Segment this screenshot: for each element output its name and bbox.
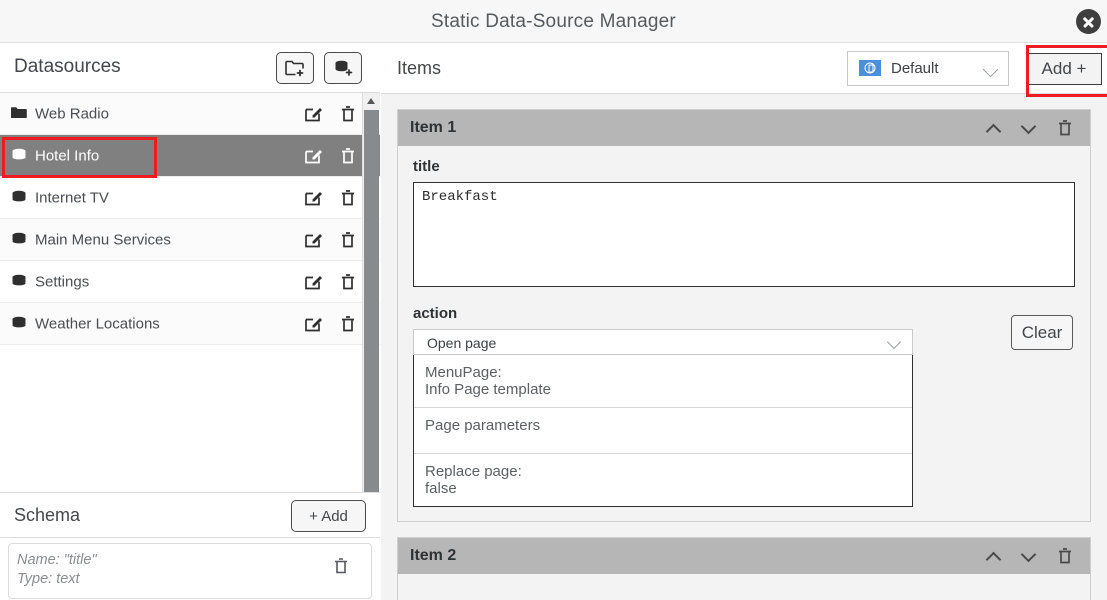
items-scroll-area[interactable]: Item 1 title action Ope bbox=[381, 94, 1107, 600]
close-icon[interactable] bbox=[1076, 9, 1101, 34]
item-card-2: Item 2 bbox=[397, 537, 1091, 600]
item-card-body: title action Open page MenuPage: Info Pa… bbox=[398, 146, 1090, 521]
add-folder-button[interactable] bbox=[276, 52, 314, 84]
items-panel: Items Default Add + Item 1 title Breakfa… bbox=[381, 43, 1107, 600]
chevron-down-icon bbox=[886, 334, 902, 350]
schema-title: Schema bbox=[14, 505, 81, 525]
edit-icon[interactable] bbox=[303, 146, 323, 166]
action-detail-label: Page parameters bbox=[425, 417, 541, 434]
action-detail-menupage[interactable]: MenuPage: Info Page template bbox=[414, 355, 912, 408]
scrollbar-thumb[interactable] bbox=[364, 110, 379, 537]
chevron-up-icon[interactable] bbox=[985, 546, 1005, 568]
list-item-label: Main Menu Services bbox=[35, 231, 171, 248]
action-detail-value: Info Page template bbox=[425, 381, 551, 398]
un-flag-icon bbox=[859, 60, 881, 76]
action-detail-page-parameters[interactable]: Page parameters bbox=[414, 408, 912, 454]
sidebar-item-hotel-info[interactable]: Hotel Info bbox=[0, 135, 380, 177]
item-title: Item 2 bbox=[410, 547, 457, 564]
title-field-label: title bbox=[413, 158, 440, 175]
folder-icon bbox=[10, 105, 28, 123]
add-datasource-button[interactable] bbox=[324, 52, 362, 84]
action-select-value: Open page bbox=[427, 335, 497, 351]
datasources-title: Datasources bbox=[14, 56, 121, 77]
edit-icon[interactable] bbox=[303, 104, 323, 124]
trash-icon[interactable] bbox=[338, 272, 358, 292]
trash-icon[interactable] bbox=[338, 314, 358, 334]
item-title: Item 1 bbox=[410, 119, 457, 136]
list-item[interactable]: Weather Locations bbox=[0, 303, 380, 345]
item-card-header: Item 2 bbox=[398, 538, 1090, 574]
action-detail-value: false bbox=[425, 480, 457, 497]
chevron-down-icon[interactable] bbox=[1020, 118, 1040, 138]
schema-header: Schema + Add bbox=[0, 492, 380, 538]
trash-icon[interactable] bbox=[338, 146, 358, 166]
schema-entry[interactable]: Name: "title" Type: text bbox=[8, 543, 372, 599]
list-item-label: Web Radio bbox=[35, 105, 109, 122]
list-item-label: Weather Locations bbox=[35, 315, 160, 332]
datasource-list[interactable]: Web Radio Hotel Info Internet TV Main Me… bbox=[0, 93, 380, 554]
item-card-1: Item 1 title action Ope bbox=[397, 109, 1091, 522]
page-title: Static Data-Source Manager bbox=[431, 11, 676, 32]
title-bar: Static Data-Source Manager bbox=[0, 0, 1107, 43]
database-icon bbox=[10, 189, 28, 207]
action-detail-label: MenuPage: bbox=[425, 364, 502, 381]
datasource-list-scrollbar[interactable] bbox=[362, 93, 380, 554]
chevron-up-icon[interactable] bbox=[985, 118, 1005, 140]
item-card-header: Item 1 bbox=[398, 110, 1090, 146]
chevron-down-icon bbox=[982, 61, 999, 78]
add-item-button[interactable]: Add + bbox=[1026, 53, 1102, 85]
edit-icon[interactable] bbox=[303, 188, 323, 208]
action-detail-replace-page[interactable]: Replace page: false bbox=[414, 454, 912, 506]
list-item[interactable]: Internet TV bbox=[0, 177, 380, 219]
title-input[interactable] bbox=[413, 182, 1075, 287]
database-icon bbox=[10, 147, 28, 165]
trash-icon[interactable] bbox=[338, 104, 358, 124]
database-icon bbox=[10, 231, 28, 249]
items-title: Items bbox=[397, 58, 442, 78]
action-field: action Open page MenuPage: Info Page tem… bbox=[413, 305, 1075, 507]
schema-add-button[interactable]: + Add bbox=[291, 500, 366, 532]
list-item-label: Hotel Info bbox=[35, 147, 100, 164]
trash-icon[interactable] bbox=[1055, 118, 1075, 138]
trash-icon[interactable] bbox=[338, 230, 358, 250]
database-icon bbox=[10, 315, 28, 333]
trash-icon[interactable] bbox=[331, 556, 351, 576]
trash-icon[interactable] bbox=[1055, 546, 1075, 566]
schema-entry-name: Name: "title" bbox=[17, 552, 97, 568]
item-card-body bbox=[398, 574, 1090, 600]
static-datasource-manager-window: Static Data-Source Manager Datasources W… bbox=[0, 0, 1107, 600]
edit-icon[interactable] bbox=[303, 272, 323, 292]
chevron-down-icon[interactable] bbox=[1020, 546, 1040, 566]
list-empty-space bbox=[0, 345, 380, 505]
trash-icon[interactable] bbox=[338, 188, 358, 208]
language-select-value: Default bbox=[891, 60, 939, 77]
action-details-list: MenuPage: Info Page template Page parame… bbox=[413, 355, 913, 507]
schema-list: Name: "title" Type: text bbox=[0, 538, 380, 600]
action-detail-label: Replace page: bbox=[425, 463, 522, 480]
scroll-up-icon[interactable] bbox=[363, 93, 380, 110]
datasources-header: Datasources bbox=[0, 43, 380, 93]
action-field-label: action bbox=[413, 305, 458, 322]
database-icon bbox=[10, 273, 28, 291]
action-select[interactable]: Open page bbox=[413, 329, 913, 355]
list-item[interactable]: Settings bbox=[0, 261, 380, 303]
schema-entry-type: Type: text bbox=[17, 571, 80, 587]
clear-action-button[interactable]: Clear bbox=[1011, 315, 1073, 350]
items-header: Items Default Add + bbox=[381, 43, 1107, 94]
edit-icon[interactable] bbox=[303, 314, 323, 334]
datasources-panel: Datasources Web Radio Hotel Info Interne… bbox=[0, 43, 380, 600]
list-item[interactable]: Web Radio bbox=[0, 93, 380, 135]
language-select[interactable]: Default bbox=[847, 51, 1009, 86]
list-item-label: Settings bbox=[35, 273, 90, 290]
list-item-label: Internet TV bbox=[35, 189, 109, 206]
list-item[interactable]: Main Menu Services bbox=[0, 219, 380, 261]
edit-icon[interactable] bbox=[303, 230, 323, 250]
